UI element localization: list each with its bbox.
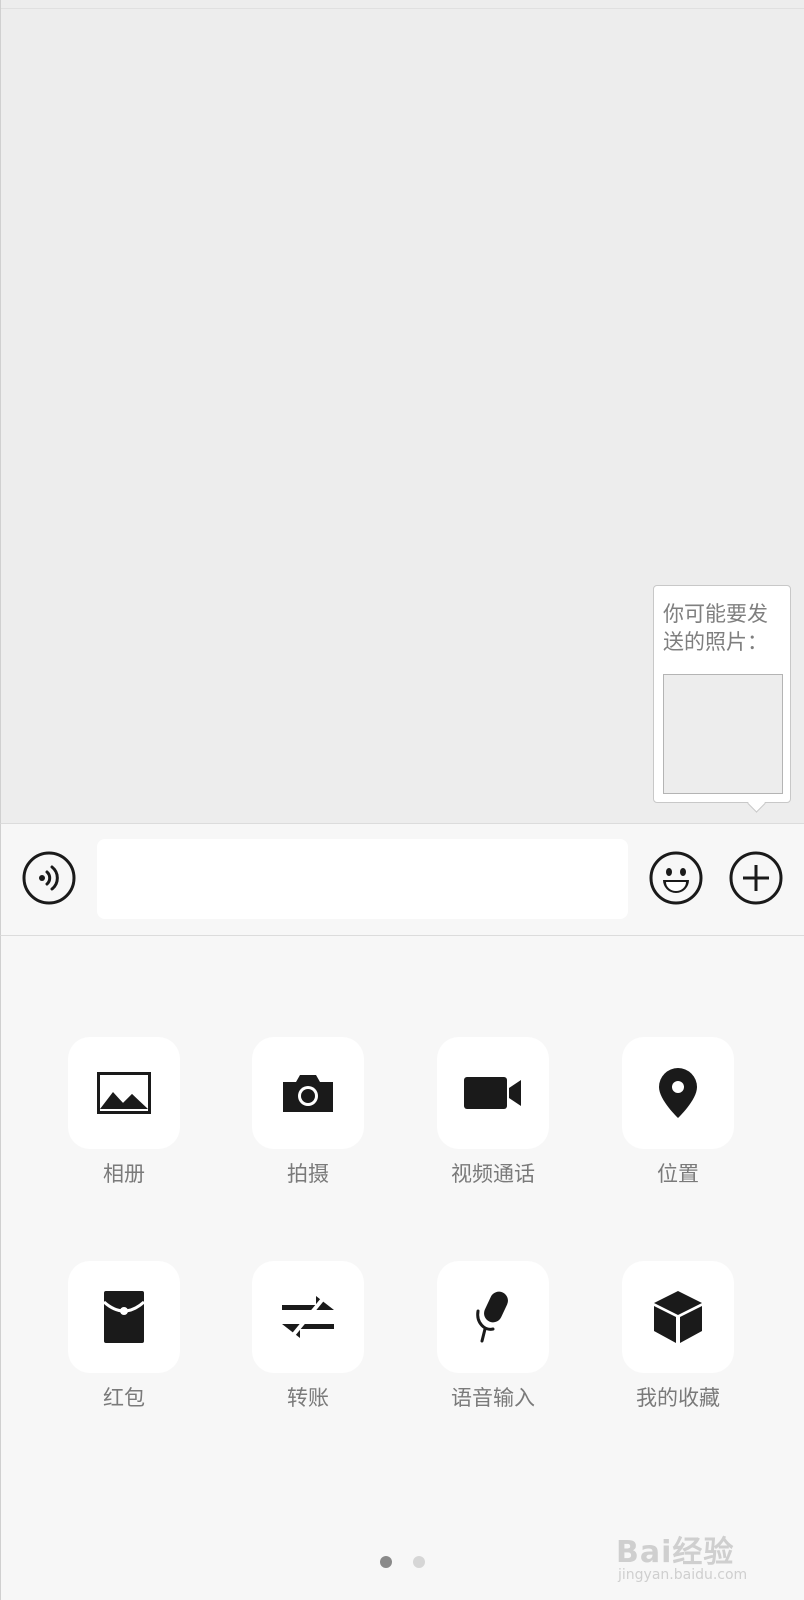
tile-location[interactable]: 位置 (622, 1037, 734, 1189)
transfer-icon (282, 1296, 334, 1338)
video-call-icon (464, 1077, 521, 1109)
tile-location-button[interactable] (622, 1037, 734, 1149)
emoji-icon[interactable] (649, 851, 703, 905)
tile-label: 拍摄 (287, 1162, 329, 1186)
tile-camera-button[interactable] (252, 1037, 364, 1149)
tile-red-packet[interactable]: 红包 (68, 1261, 180, 1413)
tile-transfer-button[interactable] (252, 1261, 364, 1373)
plus-icon[interactable] (729, 851, 783, 905)
tile-photo-album[interactable]: 相册 (68, 1037, 180, 1189)
tile-camera[interactable]: 拍摄 (252, 1037, 364, 1189)
page-dot-active[interactable] (380, 1556, 392, 1568)
tile-label: 位置 (657, 1162, 699, 1186)
tile-label: 语音输入 (451, 1386, 535, 1410)
tile-favorites[interactable]: 我的收藏 (622, 1261, 734, 1413)
top-divider (1, 8, 804, 9)
tile-label: 我的收藏 (636, 1386, 720, 1410)
suggestion-text: 你可能要发送的照片： (663, 602, 768, 654)
location-pin-icon (659, 1068, 697, 1118)
tile-label: 红包 (103, 1386, 145, 1410)
favorites-box-icon (654, 1291, 702, 1343)
page-dot[interactable] (413, 1556, 425, 1568)
watermark-logo-text: Bai经验 (616, 1535, 735, 1570)
photo-suggestion-popup[interactable]: 你可能要发送的照片： (653, 585, 791, 803)
voice-icon[interactable] (22, 851, 76, 905)
tile-favorites-button[interactable] (622, 1261, 734, 1373)
tile-label: 转账 (287, 1386, 329, 1410)
camera-icon (283, 1075, 333, 1112)
tile-red-packet-button[interactable] (68, 1261, 180, 1373)
microphone-icon (476, 1291, 508, 1343)
photo-album-icon (97, 1072, 151, 1114)
tile-label: 视频通话 (451, 1162, 535, 1186)
chat-screen: 你可能要发送的照片： 相册 拍摄 视频通话 位置 红包 转账 语音输入 我的收藏… (0, 0, 804, 1600)
tile-voice-input[interactable]: 语音输入 (437, 1261, 549, 1413)
baidu-jingyan-watermark: Bai经验 jingyan.baidu.com (616, 1527, 766, 1587)
suggested-photo-thumbnail[interactable] (663, 674, 783, 794)
tile-transfer[interactable]: 转账 (252, 1261, 364, 1413)
tile-photo-album-button[interactable] (68, 1037, 180, 1149)
message-input[interactable] (97, 839, 628, 919)
input-bar (0, 823, 804, 936)
watermark-url: jingyan.baidu.com (618, 1567, 748, 1583)
more-functions-panel: 相册 拍摄 视频通话 位置 红包 转账 语音输入 我的收藏 (0, 936, 804, 1600)
tile-voice-input-button[interactable] (437, 1261, 549, 1373)
tile-video-call-button[interactable] (437, 1037, 549, 1149)
tile-label: 相册 (103, 1162, 145, 1186)
tile-video-call[interactable]: 视频通话 (437, 1037, 549, 1189)
red-packet-icon (103, 1291, 145, 1343)
